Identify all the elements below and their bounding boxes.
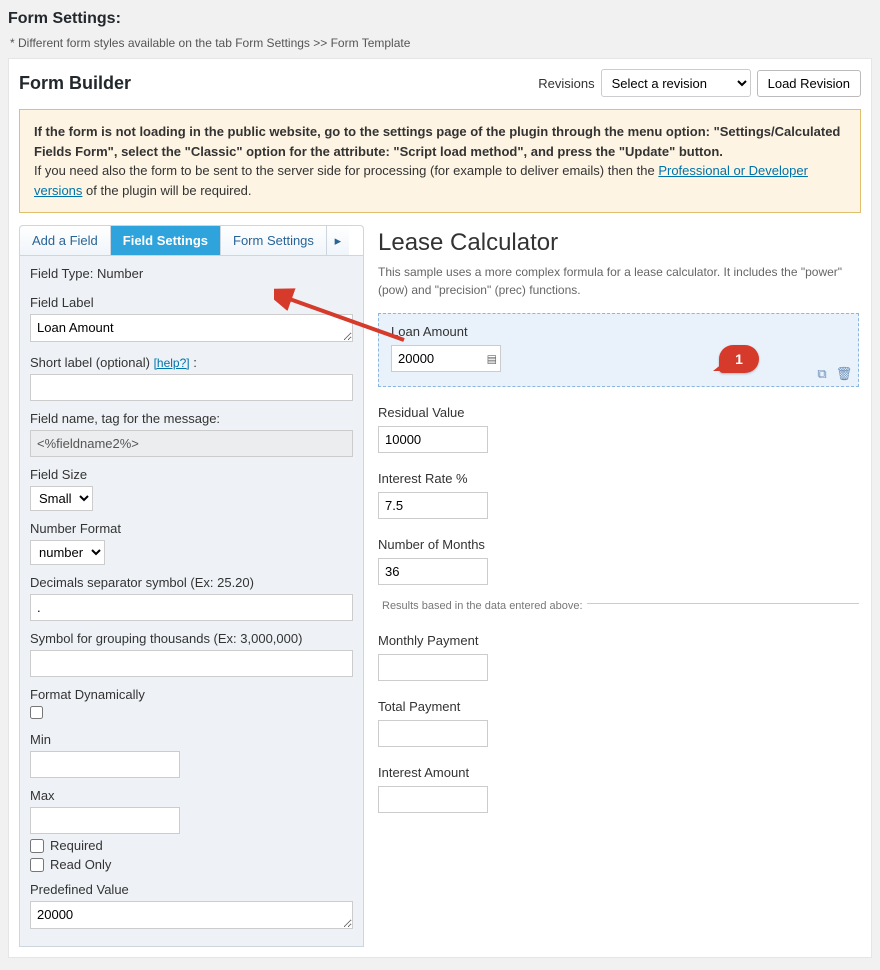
preview-desc: This sample uses a more complex formula … — [378, 263, 859, 299]
max-label: Max — [30, 788, 353, 803]
field-monthly-payment[interactable]: Monthly Payment — [378, 633, 859, 681]
max-input[interactable] — [30, 807, 180, 834]
required-label: Required — [50, 838, 103, 853]
duplicate-icon[interactable]: ⧉ — [814, 366, 830, 382]
field-label-interest: Interest Rate % — [378, 471, 859, 486]
output-interest-amount[interactable] — [378, 786, 488, 813]
load-revision-button[interactable]: Load Revision — [757, 70, 861, 97]
notice-box: If the form is not loading in the public… — [19, 109, 861, 213]
tab-add-field[interactable]: Add a Field — [20, 226, 111, 255]
tab-more-icon[interactable]: ▸ — [327, 226, 349, 255]
hint-text: * Different form styles available on the… — [8, 36, 872, 58]
readonly-label: Read Only — [50, 857, 111, 872]
input-residual-value[interactable] — [378, 426, 488, 453]
field-label-residual: Residual Value — [378, 405, 859, 420]
thousands-label: Symbol for grouping thousands (Ex: 3,000… — [30, 631, 353, 646]
output-total-payment[interactable] — [378, 720, 488, 747]
format-dyn-checkbox[interactable] — [30, 706, 43, 719]
predef-label: Predefined Value — [30, 882, 353, 897]
short-label-input[interactable] — [30, 374, 353, 401]
notice-text-2a: If you need also the form to be sent to … — [34, 163, 658, 178]
min-label: Min — [30, 732, 353, 747]
field-label-total: Total Payment — [378, 699, 859, 714]
preview-title: Lease Calculator — [378, 229, 859, 257]
delete-icon[interactable]: 🗑 — [836, 366, 852, 382]
page-title: Form Settings: — [8, 0, 872, 36]
number-format-select[interactable]: number — [30, 540, 105, 565]
help-link[interactable]: [help?] — [154, 356, 190, 370]
revision-select[interactable]: Select a revision — [601, 69, 751, 97]
tab-field-settings[interactable]: Field Settings — [111, 226, 221, 255]
field-size-label: Field Size — [30, 467, 353, 482]
number-format-label: Number Format — [30, 521, 353, 536]
field-label-interest-amt: Interest Amount — [378, 765, 859, 780]
required-checkbox[interactable] — [30, 839, 44, 853]
field-label-monthly: Monthly Payment — [378, 633, 859, 648]
field-label-label: Field Label — [30, 295, 353, 310]
field-months[interactable]: Number of Months — [378, 537, 859, 585]
tab-form-settings[interactable]: Form Settings — [221, 226, 327, 255]
decimals-label: Decimals separator symbol (Ex: 25.20) — [30, 575, 353, 590]
field-total-payment[interactable]: Total Payment — [378, 699, 859, 747]
field-residual-value[interactable]: Residual Value — [378, 405, 859, 453]
field-settings-body: Field Type: Number Field Label Loan Amou… — [19, 255, 364, 947]
field-name-input — [30, 430, 353, 457]
notice-text-2b: of the plugin will be required. — [82, 183, 251, 198]
field-interest-amount[interactable]: Interest Amount — [378, 765, 859, 813]
form-preview: Lease Calculator This sample uses a more… — [376, 225, 861, 839]
short-label-label: Short label (optional) [help?] : — [30, 355, 353, 370]
selected-field-loan-amount[interactable]: Loan Amount ▤ ⧉ 🗑 — [378, 313, 859, 387]
decimals-input[interactable] — [30, 594, 353, 621]
panel-title: Form Builder — [19, 73, 131, 94]
format-dyn-label: Format Dynamically — [30, 687, 353, 702]
input-loan-amount[interactable] — [391, 345, 501, 372]
notice-bold: If the form is not loading in the public… — [34, 124, 840, 159]
field-label-input[interactable]: Loan Amount — [30, 314, 353, 342]
input-interest-rate[interactable] — [378, 492, 488, 519]
predef-input[interactable]: 20000 — [30, 901, 353, 929]
field-label-loan: Loan Amount — [391, 324, 846, 339]
thousands-input[interactable] — [30, 650, 353, 677]
results-legend: Results based in the data entered above: — [378, 600, 587, 612]
revisions-label: Revisions — [538, 76, 594, 91]
output-monthly-payment[interactable] — [378, 654, 488, 681]
field-label-months: Number of Months — [378, 537, 859, 552]
field-name-label: Field name, tag for the message: — [30, 411, 353, 426]
settings-tabs: Add a Field Field Settings Form Settings… — [19, 225, 364, 255]
form-builder-panel: Form Builder Revisions Select a revision… — [8, 58, 872, 958]
field-interest-rate[interactable]: Interest Rate % — [378, 471, 859, 519]
min-input[interactable] — [30, 751, 180, 778]
field-size-select[interactable]: Small — [30, 486, 93, 511]
readonly-checkbox[interactable] — [30, 858, 44, 872]
field-type-label: Field Type: Number — [30, 266, 353, 281]
input-months[interactable] — [378, 558, 488, 585]
